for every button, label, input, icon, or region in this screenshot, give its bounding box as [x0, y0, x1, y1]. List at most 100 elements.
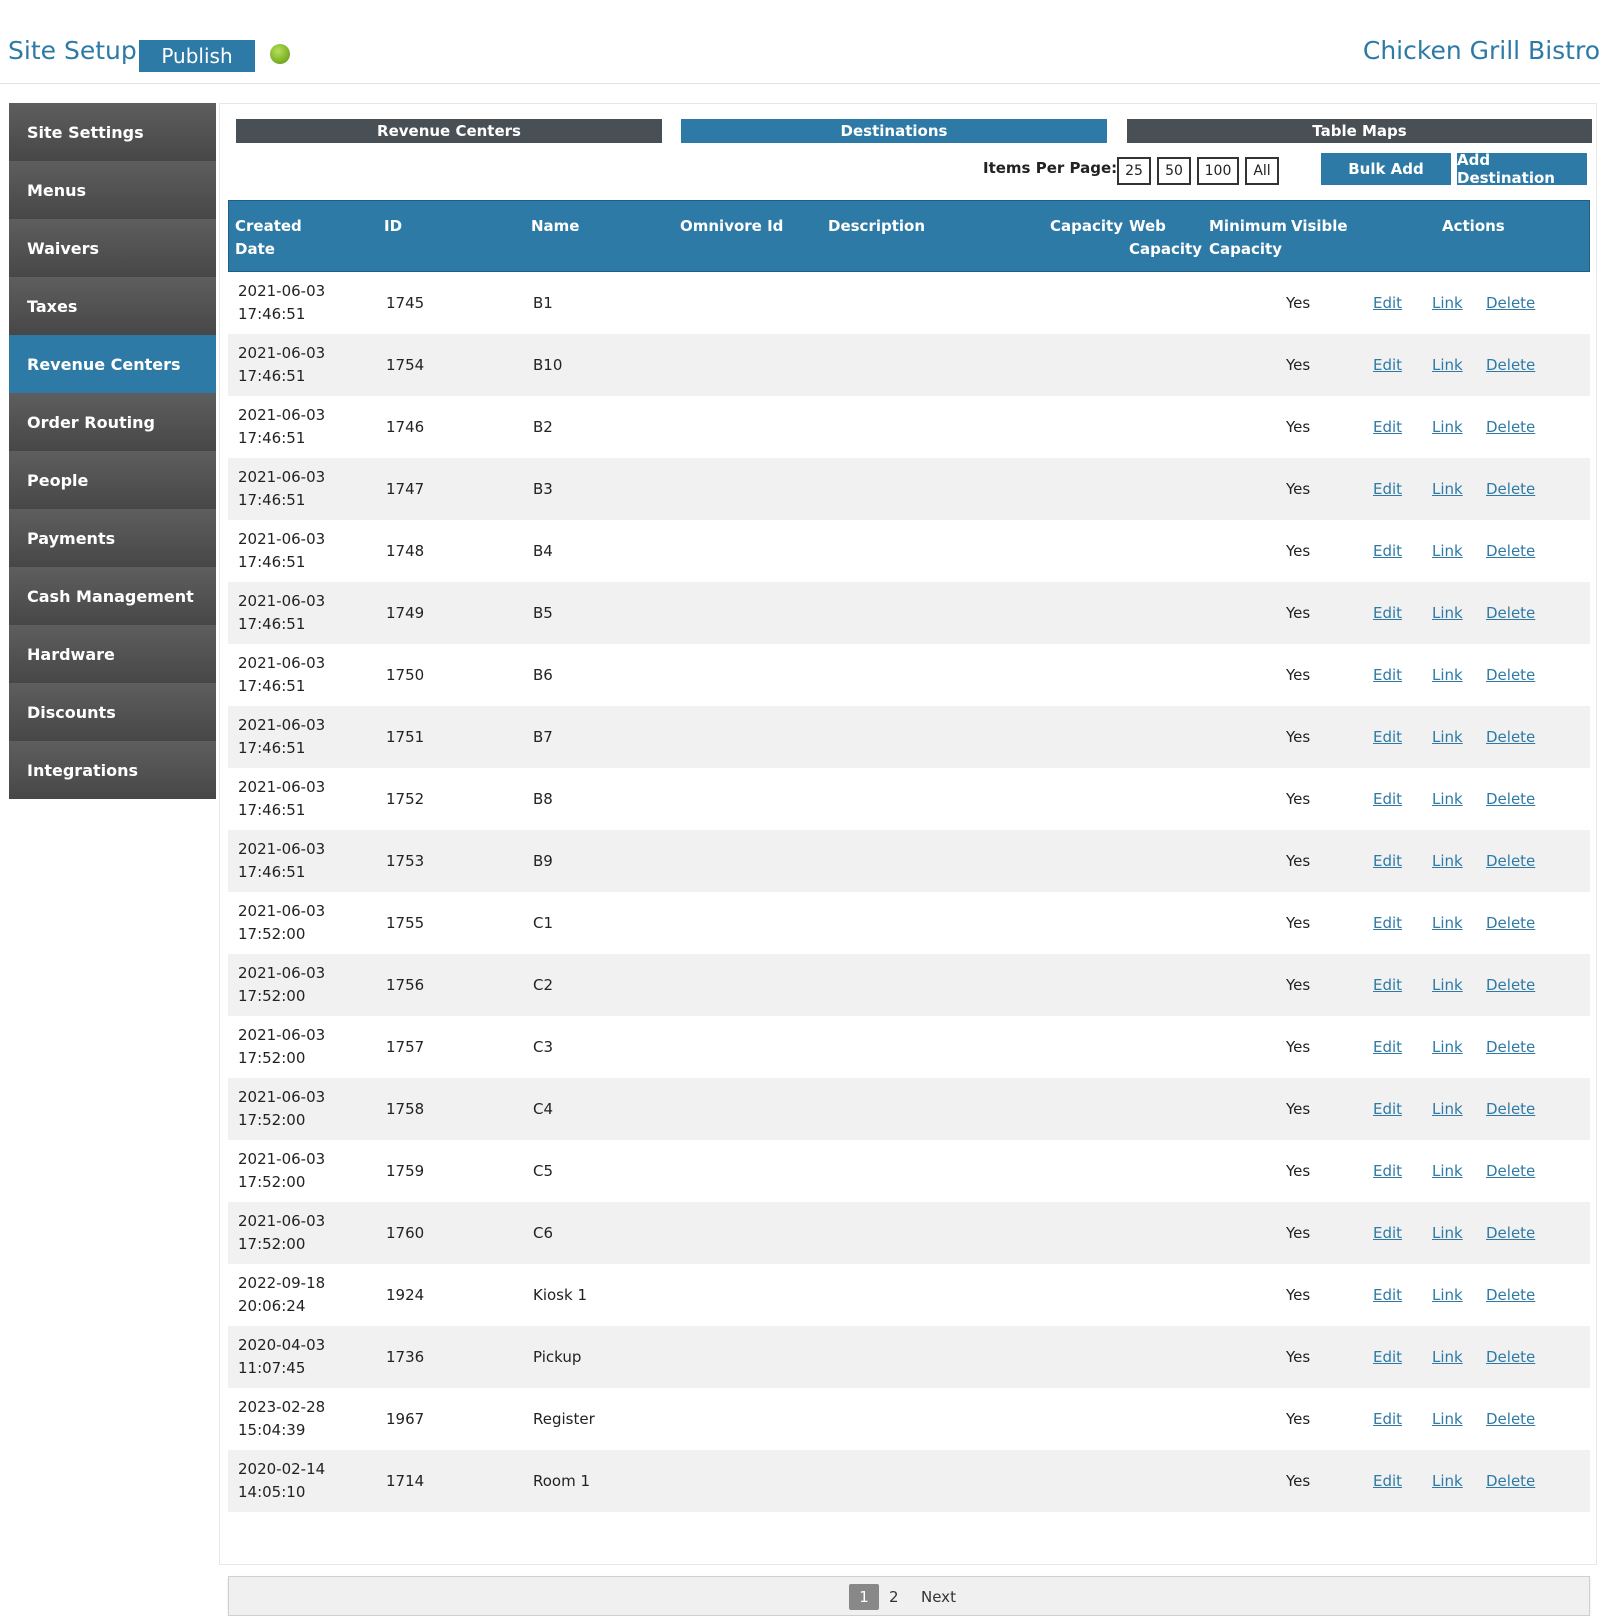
page-link-2[interactable]: 2	[889, 1584, 899, 1610]
edit-link[interactable]: Edit	[1373, 458, 1402, 520]
link-link[interactable]: Link	[1432, 1388, 1463, 1450]
link-link[interactable]: Link	[1432, 396, 1463, 458]
edit-link[interactable]: Edit	[1373, 334, 1402, 396]
delete-link[interactable]: Delete	[1486, 272, 1535, 334]
link-link[interactable]: Link	[1432, 954, 1463, 1016]
sidebar-item-site-settings[interactable]: Site Settings	[9, 103, 216, 161]
delete-link[interactable]: Delete	[1486, 1264, 1535, 1326]
delete-link[interactable]: Delete	[1486, 706, 1535, 768]
link-link[interactable]: Link	[1432, 582, 1463, 644]
link-link[interactable]: Link	[1432, 1078, 1463, 1140]
sidebar-item-menus[interactable]: Menus	[9, 161, 216, 219]
sidebar-item-cash-management[interactable]: Cash Management	[9, 567, 216, 625]
tab-table-maps[interactable]: Table Maps	[1127, 119, 1592, 143]
page-current[interactable]: 1	[849, 1584, 879, 1610]
sidebar-item-order-routing[interactable]: Order Routing	[9, 393, 216, 451]
pagination: 1 2 Next	[228, 1576, 1590, 1616]
edit-link[interactable]: Edit	[1373, 892, 1402, 954]
created-date: 2020-02-14	[238, 1460, 326, 1478]
delete-link[interactable]: Delete	[1486, 1450, 1535, 1512]
tab-revenue-centers[interactable]: Revenue Centers	[236, 119, 662, 143]
link-link[interactable]: Link	[1432, 1264, 1463, 1326]
link-link[interactable]: Link	[1432, 458, 1463, 520]
tab-destinations[interactable]: Destinations	[681, 119, 1107, 143]
link-link[interactable]: Link	[1432, 768, 1463, 830]
name-cell: Register	[533, 1409, 595, 1428]
edit-link[interactable]: Edit	[1373, 1140, 1402, 1202]
edit-link[interactable]: Edit	[1373, 706, 1402, 768]
link-link[interactable]: Link	[1432, 272, 1463, 334]
delete-link[interactable]: Delete	[1486, 582, 1535, 644]
edit-link[interactable]: Edit	[1373, 1388, 1402, 1450]
sidebar-item-taxes[interactable]: Taxes	[9, 277, 216, 335]
delete-link[interactable]: Delete	[1486, 768, 1535, 830]
edit-link[interactable]: Edit	[1373, 520, 1402, 582]
link-link[interactable]: Link	[1432, 1140, 1463, 1202]
sidebar-item-hardware[interactable]: Hardware	[9, 625, 216, 683]
created-date-cell: 2023-02-28 15:04:39	[238, 1388, 378, 1450]
sidebar-item-waivers[interactable]: Waivers	[9, 219, 216, 277]
edit-link[interactable]: Edit	[1373, 582, 1402, 644]
page-size-50-button[interactable]: 50	[1157, 157, 1191, 185]
delete-link[interactable]: Delete	[1486, 1202, 1535, 1264]
edit-link[interactable]: Edit	[1373, 1264, 1402, 1326]
delete-link[interactable]: Delete	[1486, 458, 1535, 520]
bulk-add-button[interactable]: Bulk Add	[1321, 153, 1451, 185]
id-cell: 1736	[386, 1347, 425, 1366]
delete-link[interactable]: Delete	[1486, 892, 1535, 954]
delete-link[interactable]: Delete	[1486, 1140, 1535, 1202]
delete-link[interactable]: Delete	[1486, 830, 1535, 892]
link-link[interactable]: Link	[1432, 334, 1463, 396]
sidebar-item-discounts[interactable]: Discounts	[9, 683, 216, 741]
link-link[interactable]: Link	[1432, 1016, 1463, 1078]
edit-link[interactable]: Edit	[1373, 272, 1402, 334]
edit-link[interactable]: Edit	[1373, 1326, 1402, 1388]
edit-link[interactable]: Edit	[1373, 1078, 1402, 1140]
delete-link[interactable]: Delete	[1486, 334, 1535, 396]
sidebar-item-payments[interactable]: Payments	[9, 509, 216, 567]
link-link[interactable]: Link	[1432, 1326, 1463, 1388]
link-link[interactable]: Link	[1432, 1450, 1463, 1512]
page-size-all-button[interactable]: All	[1245, 157, 1279, 185]
visible-cell: Yes	[1286, 913, 1311, 932]
edit-link[interactable]: Edit	[1373, 768, 1402, 830]
edit-link[interactable]: Edit	[1373, 1016, 1402, 1078]
next-page-link[interactable]: Next	[921, 1584, 956, 1610]
id-cell: 1714	[386, 1471, 425, 1490]
created-time: 17:46:51	[238, 739, 306, 757]
delete-link[interactable]: Delete	[1486, 1016, 1535, 1078]
page-size-100-button[interactable]: 100	[1197, 157, 1239, 185]
delete-link[interactable]: Delete	[1486, 1388, 1535, 1450]
col-created-date: Created Date	[235, 217, 302, 258]
sidebar-item-people[interactable]: People	[9, 451, 216, 509]
id-cell: 1754	[386, 355, 425, 374]
add-destination-button[interactable]: Add Destination	[1457, 151, 1587, 187]
delete-link[interactable]: Delete	[1486, 644, 1535, 706]
link-link[interactable]: Link	[1432, 892, 1463, 954]
link-link[interactable]: Link	[1432, 706, 1463, 768]
link-link[interactable]: Link	[1432, 520, 1463, 582]
delete-link[interactable]: Delete	[1486, 1326, 1535, 1388]
delete-link[interactable]: Delete	[1486, 396, 1535, 458]
delete-link[interactable]: Delete	[1486, 520, 1535, 582]
edit-link[interactable]: Edit	[1373, 644, 1402, 706]
delete-link[interactable]: Delete	[1486, 954, 1535, 1016]
name-cell: B5	[533, 603, 553, 622]
link-link[interactable]: Link	[1432, 830, 1463, 892]
created-time: 17:52:00	[238, 1173, 306, 1191]
edit-link[interactable]: Edit	[1373, 1202, 1402, 1264]
edit-link[interactable]: Edit	[1373, 1450, 1402, 1512]
page-size-25-button[interactable]: 25	[1117, 157, 1151, 185]
edit-link[interactable]: Edit	[1373, 954, 1402, 1016]
link-link[interactable]: Link	[1432, 1202, 1463, 1264]
link-link[interactable]: Link	[1432, 644, 1463, 706]
sidebar-item-integrations[interactable]: Integrations	[9, 741, 216, 799]
delete-link[interactable]: Delete	[1486, 1078, 1535, 1140]
sidebar-item-revenue-centers[interactable]: Revenue Centers	[9, 335, 216, 393]
publish-button[interactable]: Publish	[139, 40, 255, 72]
created-date-cell: 2021-06-03 17:46:51	[238, 458, 378, 520]
edit-link[interactable]: Edit	[1373, 830, 1402, 892]
created-date: 2021-06-03	[238, 778, 326, 796]
created-date-cell: 2021-06-03 17:46:51	[238, 520, 378, 582]
edit-link[interactable]: Edit	[1373, 396, 1402, 458]
